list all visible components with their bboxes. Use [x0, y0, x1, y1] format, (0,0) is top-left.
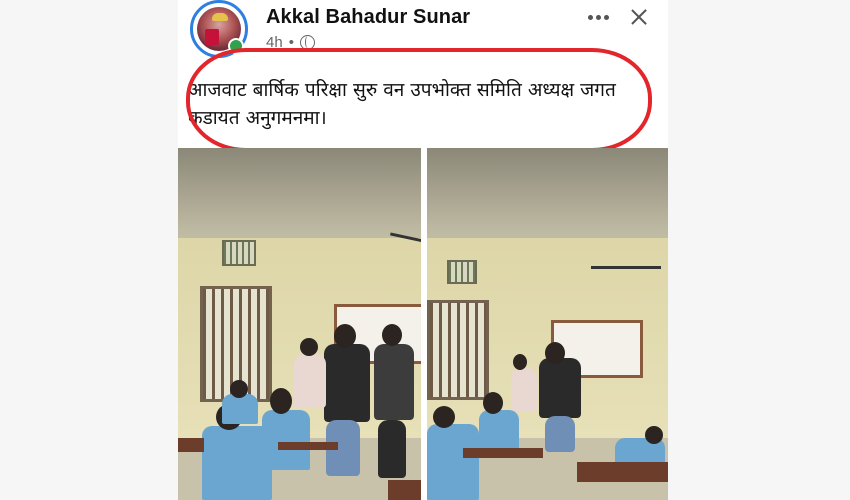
more-options-button[interactable] — [583, 6, 613, 28]
close-icon[interactable] — [626, 4, 652, 30]
classroom-photo-2[interactable] — [427, 148, 668, 500]
red-annotation-oval — [186, 48, 652, 152]
more-horizontal-icon — [587, 14, 593, 20]
classroom-photo-1[interactable] — [178, 148, 421, 500]
background-right — [668, 0, 850, 500]
post-card: Akkal Bahadur Sunar 4h • आजवाट बार्षिक प… — [178, 0, 668, 500]
background-left — [0, 0, 178, 500]
avatar-flag-shape — [205, 29, 219, 45]
author-name[interactable]: Akkal Bahadur Sunar — [266, 6, 470, 29]
avatar-cap-shape — [212, 13, 228, 21]
